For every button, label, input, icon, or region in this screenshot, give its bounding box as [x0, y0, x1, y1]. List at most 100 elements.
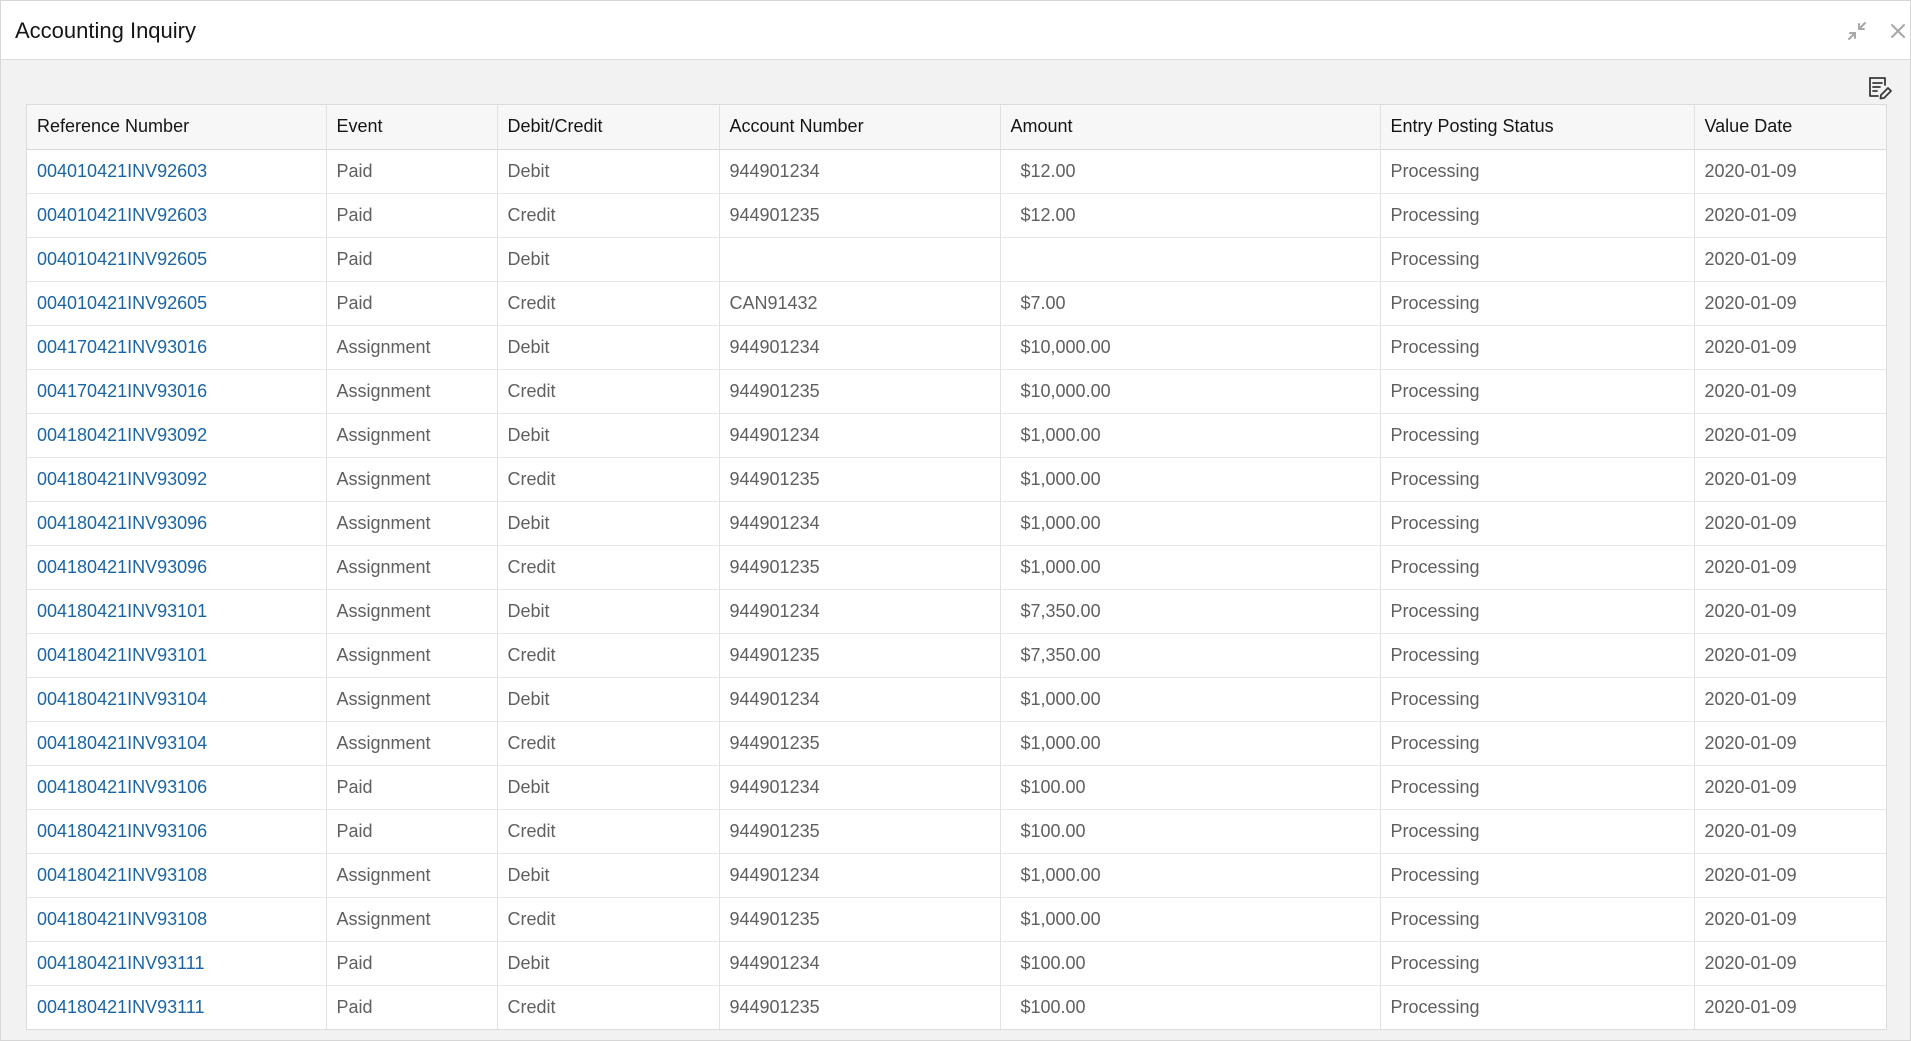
cell-amount: $1,000.00 — [1000, 501, 1381, 546]
column-header-debit-credit[interactable]: Debit/Credit — [497, 105, 720, 150]
cell-value-date: 2020-01-09 — [1694, 721, 1886, 766]
cell-debit-credit: Credit — [497, 721, 720, 766]
reference-number-link[interactable]: 004180421INV93111 — [37, 997, 204, 1017]
cell-event: Assignment — [326, 853, 498, 898]
reference-number-link[interactable]: 004180421INV93096 — [37, 513, 207, 533]
reference-number-link[interactable]: 004010421INV92605 — [37, 293, 207, 313]
cell-value-date: 2020-01-09 — [1694, 281, 1886, 326]
reference-number-link[interactable]: 004180421INV93111 — [37, 953, 204, 973]
close-icon[interactable] — [1885, 18, 1911, 44]
reference-number-link[interactable]: 004180421INV93101 — [37, 645, 207, 665]
reference-number-link[interactable]: 004010421INV92603 — [37, 205, 207, 225]
cell-amount: $12.00 — [1000, 149, 1381, 194]
column-header-entry-posting-status[interactable]: Entry Posting Status — [1380, 105, 1695, 150]
cell-account-number: 944901235 — [719, 193, 1001, 238]
dialog-titlebar: Accounting Inquiry — [1, 1, 1910, 60]
cell-value-date: 2020-01-09 — [1694, 237, 1886, 282]
cell-reference-number: 004180421INV93101 — [27, 589, 327, 634]
cell-event: Assignment — [326, 677, 498, 722]
cell-debit-credit: Credit — [497, 809, 720, 854]
reference-number-link[interactable]: 004180421INV93096 — [37, 557, 207, 577]
cell-account-number: 944901234 — [719, 765, 1001, 810]
reference-number-link[interactable]: 004010421INV92603 — [37, 161, 207, 181]
reference-number-link[interactable]: 004180421INV93108 — [37, 865, 207, 885]
cell-entry-posting-status: Processing — [1380, 677, 1695, 722]
table-row: 004010421INV92605 Paid Debit Processing 2020… — [27, 237, 1886, 282]
accounting-entries-table: Reference Number Event Debit/Credit Account… — [26, 104, 1887, 1030]
cell-value-date: 2020-01-09 — [1694, 941, 1886, 986]
cell-value-date: 2020-01-09 — [1694, 897, 1886, 942]
column-header-reference-number[interactable]: Reference Number — [27, 105, 327, 150]
table-row: 004180421INV93104 Assignment Credit 9449012… — [27, 721, 1886, 766]
cell-amount: $1,000.00 — [1000, 853, 1381, 898]
column-header-account-number[interactable]: Account Number — [719, 105, 1001, 150]
cell-value-date: 2020-01-09 — [1694, 413, 1886, 458]
cell-reference-number: 004180421INV93101 — [27, 633, 327, 678]
reference-number-link[interactable]: 004010421INV92605 — [37, 249, 207, 269]
cell-entry-posting-status: Processing — [1380, 809, 1695, 854]
reference-number-link[interactable]: 004180421INV93106 — [37, 777, 207, 797]
cell-value-date: 2020-01-09 — [1694, 325, 1886, 370]
reference-number-link[interactable]: 004180421INV93092 — [37, 425, 207, 445]
reference-number-link[interactable]: 004170421INV93016 — [37, 337, 207, 357]
table-row: 004180421INV93106 Paid Debit 944901234 $100.… — [27, 765, 1886, 810]
cell-account-number: 944901235 — [719, 985, 1001, 1029]
cell-account-number: 944901234 — [719, 325, 1001, 370]
table-row: 004180421INV93108 Assignment Debit 94490123… — [27, 853, 1886, 898]
cell-reference-number: 004180421INV93111 — [27, 985, 327, 1029]
cell-account-number: 944901235 — [719, 369, 1001, 414]
column-header-event[interactable]: Event — [326, 105, 498, 150]
cell-reference-number: 004170421INV93016 — [27, 325, 327, 370]
table-row: 004010421INV92603 Paid Credit 944901235 $12.… — [27, 193, 1886, 238]
reference-number-link[interactable]: 004180421INV93106 — [37, 821, 207, 841]
cell-entry-posting-status: Processing — [1380, 501, 1695, 546]
cell-account-number: 944901235 — [719, 809, 1001, 854]
reference-number-link[interactable]: 004180421INV93104 — [37, 689, 207, 709]
cell-account-number: 944901235 — [719, 545, 1001, 590]
cell-amount: $10,000.00 — [1000, 369, 1381, 414]
cell-amount: $100.00 — [1000, 941, 1381, 986]
cell-reference-number: 004010421INV92603 — [27, 149, 327, 194]
cell-reference-number: 004180421INV93111 — [27, 941, 327, 986]
cell-event: Assignment — [326, 501, 498, 546]
reference-number-link[interactable]: 004180421INV93092 — [37, 469, 207, 489]
cell-debit-credit: Credit — [497, 281, 720, 326]
cell-account-number: 944901235 — [719, 897, 1001, 942]
restore-icon[interactable] — [1844, 18, 1870, 44]
cell-reference-number: 004180421INV93104 — [27, 677, 327, 722]
column-header-value-date[interactable]: Value Date — [1694, 105, 1886, 150]
table-row: 004180421INV93096 Assignment Debit 94490123… — [27, 501, 1886, 546]
table-row: 004010421INV92605 Paid Credit CAN91432 $7.00… — [27, 281, 1886, 326]
cell-amount: $1,000.00 — [1000, 677, 1381, 722]
cell-event: Paid — [326, 149, 498, 194]
cell-amount: $1,000.00 — [1000, 897, 1381, 942]
edit-list-icon[interactable] — [1865, 72, 1895, 102]
cell-debit-credit: Debit — [497, 237, 720, 282]
cell-entry-posting-status: Processing — [1380, 765, 1695, 810]
cell-debit-credit: Debit — [497, 589, 720, 634]
cell-reference-number: 004180421INV93108 — [27, 853, 327, 898]
cell-entry-posting-status: Processing — [1380, 633, 1695, 678]
cell-account-number: 944901234 — [719, 853, 1001, 898]
cell-value-date: 2020-01-09 — [1694, 765, 1886, 810]
cell-debit-credit: Credit — [497, 897, 720, 942]
cell-event: Paid — [326, 809, 498, 854]
reference-number-link[interactable]: 004180421INV93108 — [37, 909, 207, 929]
cell-event: Assignment — [326, 589, 498, 634]
cell-amount: $100.00 — [1000, 765, 1381, 810]
cell-account-number: 944901234 — [719, 413, 1001, 458]
cell-entry-posting-status: Processing — [1380, 985, 1695, 1029]
cell-value-date: 2020-01-09 — [1694, 545, 1886, 590]
table-row: 004180421INV93104 Assignment Debit 94490123… — [27, 677, 1886, 722]
reference-number-link[interactable]: 004170421INV93016 — [37, 381, 207, 401]
cell-amount: $1,000.00 — [1000, 545, 1381, 590]
cell-event: Paid — [326, 985, 498, 1029]
cell-value-date: 2020-01-09 — [1694, 369, 1886, 414]
column-header-amount[interactable]: Amount — [1000, 105, 1381, 150]
reference-number-link[interactable]: 004180421INV93101 — [37, 601, 207, 621]
cell-value-date: 2020-01-09 — [1694, 985, 1886, 1029]
reference-number-link[interactable]: 004180421INV93104 — [37, 733, 207, 753]
cell-account-number: 944901235 — [719, 457, 1001, 502]
cell-debit-credit: Debit — [497, 413, 720, 458]
cell-debit-credit: Credit — [497, 545, 720, 590]
